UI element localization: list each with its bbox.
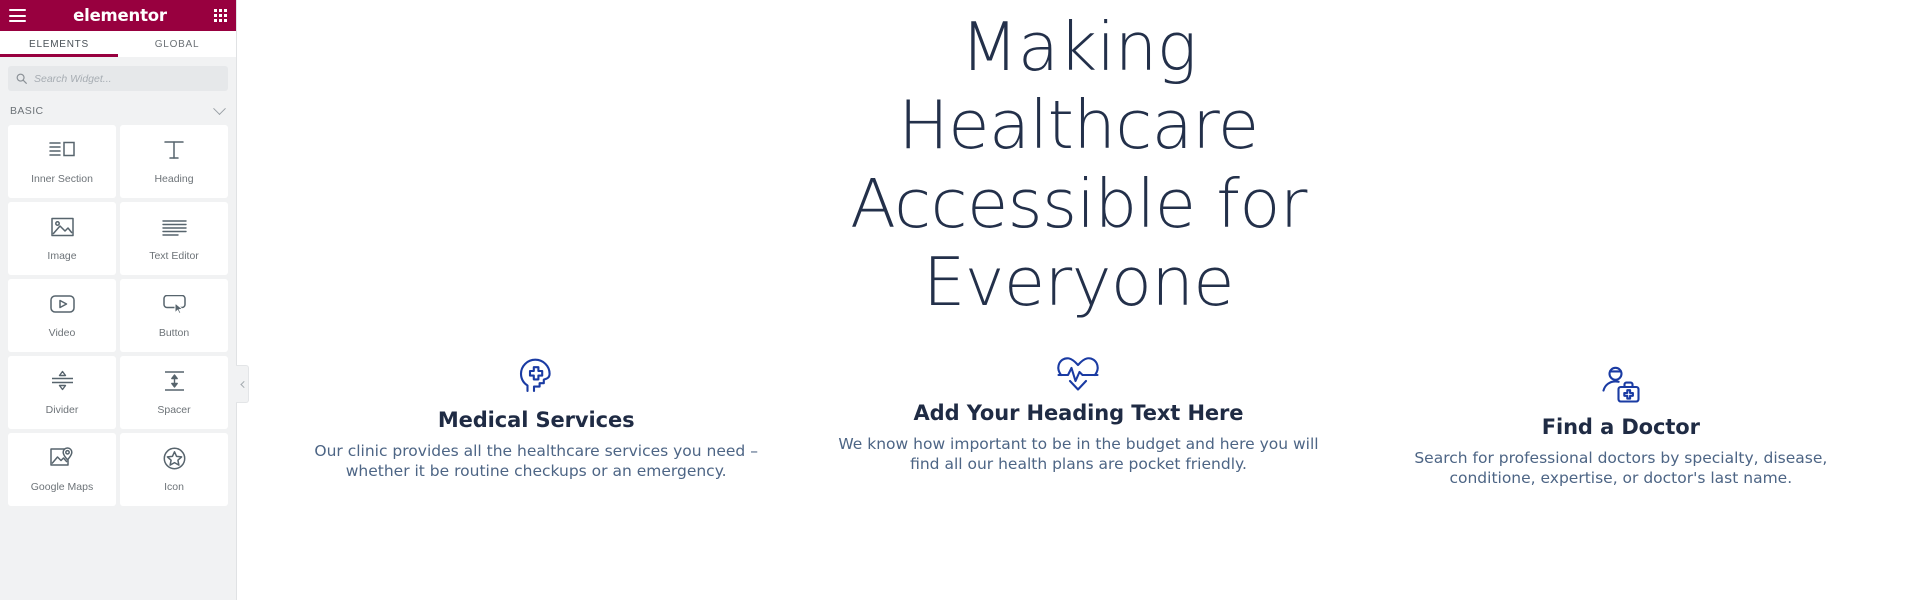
- elementor-logo: elementor: [73, 6, 167, 25]
- search-input[interactable]: [34, 72, 220, 85]
- search-box[interactable]: [8, 66, 228, 91]
- chevron-left-icon: [239, 380, 247, 388]
- heart-pulse-icon: [831, 349, 1325, 393]
- panel-header: elementor: [0, 0, 236, 31]
- widget-label: Heading: [154, 173, 194, 186]
- widget-label: Text Editor: [149, 250, 199, 263]
- widget-label: Icon: [164, 481, 184, 494]
- apps-grid-icon[interactable]: [213, 9, 227, 22]
- widget-image[interactable]: Image: [8, 202, 116, 275]
- feature-title: Find a Doctor: [1541, 414, 1700, 439]
- google-maps-icon: [50, 446, 74, 470]
- button-cursor-icon: [162, 292, 187, 316]
- panel-collapse-handle[interactable]: [236, 365, 249, 403]
- widget-label: Google Maps: [30, 481, 94, 494]
- feature-columns: Medical Services Our clinic provides all…: [237, 349, 1920, 489]
- video-play-icon: [49, 292, 75, 316]
- head-medical-cross-icon: [289, 349, 783, 397]
- chevron-down-icon: [213, 101, 226, 115]
- star-circle-icon: [163, 446, 186, 470]
- search-section: [0, 57, 236, 99]
- text-editor-icon: [161, 215, 187, 239]
- category-basic-header[interactable]: BASIC: [0, 99, 236, 125]
- category-basic-label: BASIC: [10, 105, 44, 117]
- divider-icon: [50, 369, 75, 393]
- inner-section-icon: [49, 138, 75, 162]
- page-canvas: Making Healthcare Accessible for Everyon…: [237, 0, 1920, 600]
- widget-video[interactable]: Video: [8, 279, 116, 352]
- feature-title: Add Your Heading Text Here: [913, 400, 1244, 425]
- widget-label: Image: [47, 250, 77, 263]
- spacer-icon: [162, 369, 187, 393]
- elementor-editor: elementor ELEMENTS GLOBAL BASIC: [0, 0, 1920, 600]
- widget-label: Video: [48, 327, 76, 340]
- page-title[interactable]: Making Healthcare Accessible for Everyon…: [799, 8, 1359, 322]
- hero-section: Making Healthcare Accessible for Everyon…: [237, 0, 1920, 322]
- widget-heading[interactable]: Heading: [120, 125, 228, 198]
- widget-label: Inner Section: [31, 173, 93, 186]
- widget-label: Spacer: [157, 404, 191, 417]
- widget-panel: elementor ELEMENTS GLOBAL BASIC: [0, 0, 249, 600]
- doctor-bag-icon: [1374, 349, 1868, 404]
- widget-label: Button: [158, 327, 190, 340]
- hamburger-icon[interactable]: [9, 9, 26, 22]
- widget-button[interactable]: Button: [120, 279, 228, 352]
- heading-t-icon: [163, 138, 185, 162]
- widget-icon[interactable]: Icon: [120, 433, 228, 506]
- image-icon: [50, 215, 74, 239]
- feature-text: Our clinic provides all the healthcare s…: [314, 441, 758, 481]
- panel-tabs: ELEMENTS GLOBAL: [0, 31, 236, 57]
- widget-inner-section[interactable]: Inner Section: [8, 125, 116, 198]
- feature-text: Search for professional doctors by speci…: [1414, 448, 1828, 488]
- feature-medical-services[interactable]: Medical Services Our clinic provides all…: [265, 349, 807, 489]
- widget-label: Divider: [45, 404, 79, 417]
- feature-heading-placeholder[interactable]: Add Your Heading Text Here We know how i…: [807, 349, 1349, 489]
- widget-divider[interactable]: Divider: [8, 356, 116, 429]
- feature-title: Medical Services: [437, 407, 635, 432]
- feature-find-a-doctor[interactable]: Find a Doctor Search for professional do…: [1350, 349, 1892, 489]
- tab-elements[interactable]: ELEMENTS: [0, 31, 118, 57]
- widget-google-maps[interactable]: Google Maps: [8, 433, 116, 506]
- feature-text: We know how important to be in the budge…: [838, 434, 1319, 474]
- tab-global[interactable]: GLOBAL: [118, 31, 236, 57]
- widget-spacer[interactable]: Spacer: [120, 356, 228, 429]
- widget-text-editor[interactable]: Text Editor: [120, 202, 228, 275]
- widget-list: Inner Section Heading Image Text Editor …: [0, 125, 236, 600]
- search-icon: [16, 73, 27, 84]
